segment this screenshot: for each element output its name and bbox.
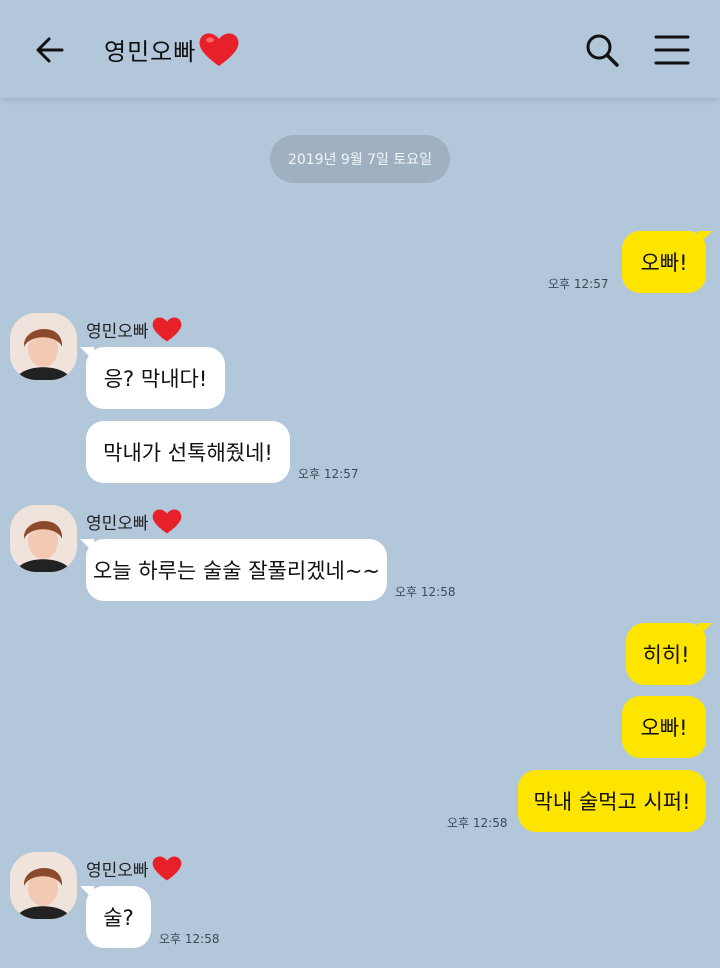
their-message-bubble[interactable]: 응? 막내다! xyxy=(80,347,225,409)
menu-button[interactable] xyxy=(652,30,692,70)
their-message-bubble[interactable]: 술? xyxy=(80,886,151,948)
message-text: 오빠! xyxy=(640,716,688,740)
message-time: 오후 12:57 xyxy=(548,277,609,291)
message-text: 막내 술먹고 시퍼! xyxy=(533,790,691,814)
message-time: 오후 12:58 xyxy=(395,585,456,599)
message-text: 막내가 선톡해줬네! xyxy=(103,441,273,465)
avatar[interactable] xyxy=(10,505,77,572)
their-message-bubble[interactable]: 오늘 하루는 술술 잘풀리겠네~~ xyxy=(80,539,387,601)
sender-name: 영민오빠 xyxy=(86,315,183,343)
sender-name: 영민오빠 xyxy=(86,507,183,535)
heart-icon xyxy=(152,856,181,881)
chat-title-text: 영민오빠 xyxy=(104,37,197,66)
my-message-bubble[interactable]: 히히! xyxy=(626,623,712,685)
my-message-bubble[interactable]: 오빠! xyxy=(622,231,712,293)
my-message-bubble[interactable]: 막내 술먹고 시퍼! xyxy=(518,770,706,832)
date-divider: 2019년 9월 7일 토요일 xyxy=(270,135,450,183)
message-time: 오후 12:58 xyxy=(447,816,508,830)
chat-header: 영민오빠 xyxy=(0,0,720,98)
message-text: 히히! xyxy=(642,643,690,667)
message-time: 오후 12:58 xyxy=(159,932,220,946)
sender-name: 영민오빠 xyxy=(86,854,183,882)
menu-icon xyxy=(654,35,690,65)
message-time: 오후 12:57 xyxy=(298,467,359,481)
message-text: 술? xyxy=(103,906,134,930)
avatar[interactable] xyxy=(10,852,77,919)
heart-icon xyxy=(199,33,239,66)
back-arrow-icon xyxy=(36,37,64,63)
message-text: 오빠! xyxy=(640,251,688,275)
message-text: 응? 막내다! xyxy=(103,367,208,391)
message-text: 오늘 하루는 술술 잘풀리겠네~~ xyxy=(92,559,381,583)
their-message-bubble[interactable]: 막내가 선톡해줬네! xyxy=(86,421,290,483)
search-icon xyxy=(586,34,619,67)
back-button[interactable] xyxy=(30,30,70,70)
avatar[interactable] xyxy=(10,313,77,380)
search-button[interactable] xyxy=(582,30,622,70)
heart-icon xyxy=(152,509,181,534)
my-message-bubble[interactable]: 오빠! xyxy=(622,696,706,758)
heart-icon xyxy=(152,317,181,342)
chat-title: 영민오빠 xyxy=(104,30,240,68)
